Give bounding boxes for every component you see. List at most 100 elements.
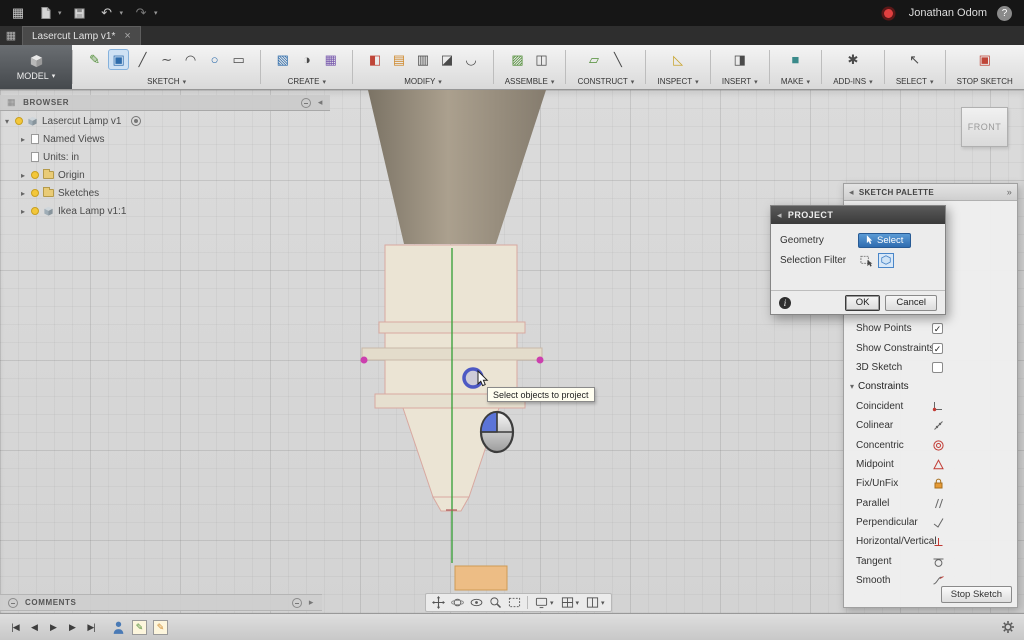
constraints-section-header[interactable]: ▾ Constraints: [844, 377, 1017, 396]
browser-item-sketches[interactable]: ▸ Sketches: [3, 184, 141, 202]
constraint-coincident[interactable]: Coincident: [844, 397, 1017, 416]
redo-icon[interactable]: [132, 4, 150, 22]
show-constraints-checkbox[interactable]: ✓: [932, 343, 943, 354]
new-component-icon[interactable]: [507, 49, 528, 70]
modify-menu[interactable]: MODIFY▾: [404, 77, 442, 86]
comments-bar[interactable]: COMMENTS ▸: [0, 594, 322, 611]
filter-specified-entities-icon[interactable]: [858, 253, 874, 268]
insert-menu[interactable]: INSERT▾: [722, 77, 758, 86]
timeline-sketch-feature[interactable]: [132, 620, 147, 635]
create-menu[interactable]: CREATE▾: [288, 77, 326, 86]
activate-component-radio[interactable]: [131, 116, 141, 126]
browser-dock-icon[interactable]: ◂: [318, 97, 323, 108]
palette-collapse-icon[interactable]: ◂: [849, 187, 854, 198]
visibility-bulb-icon[interactable]: [31, 189, 39, 197]
timeline-go-to-end-button[interactable]: ▶|: [83, 619, 99, 636]
display-settings-dropdown[interactable]: ▾: [532, 596, 557, 609]
visibility-bulb-icon[interactable]: [31, 171, 39, 179]
sketch-palette-header[interactable]: ◂ SKETCH PALETTE »: [844, 184, 1017, 201]
construct-menu[interactable]: CONSTRUCT▾: [578, 77, 635, 86]
lamp-shade-body[interactable]: [368, 90, 546, 244]
user-account-button[interactable]: Jonathan Odom: [909, 7, 987, 19]
show-points-checkbox[interactable]: ✓: [932, 323, 943, 334]
expander-icon[interactable]: ▸: [19, 171, 27, 180]
help-icon[interactable]: ?: [997, 6, 1012, 21]
expander-icon[interactable]: ▸: [19, 135, 27, 144]
file-menu-icon[interactable]: [36, 4, 54, 22]
fillet-icon[interactable]: [461, 49, 482, 70]
tab-close-icon[interactable]: ×: [124, 30, 130, 42]
project-dialog-header[interactable]: ◂ PROJECT: [771, 206, 945, 224]
rectangle-tool-icon[interactable]: [228, 49, 249, 70]
selected-sketch-profile[interactable]: [455, 566, 507, 590]
constraint-colinear[interactable]: Colinear: [844, 416, 1017, 435]
browser-item-origin[interactable]: ▸ Origin: [3, 166, 141, 184]
assemble-menu[interactable]: ASSEMBLE▾: [505, 77, 555, 86]
arc-tool-icon[interactable]: [180, 49, 201, 70]
3d-sketch-checkbox[interactable]: [932, 362, 943, 373]
circle-tool-icon[interactable]: [204, 49, 225, 70]
addins-icon[interactable]: [842, 49, 863, 70]
filter-bodies-icon[interactable]: [878, 253, 894, 268]
undo-icon[interactable]: [98, 4, 116, 22]
geometry-select-button[interactable]: Select: [858, 233, 911, 248]
browser-collapse-icon[interactable]: [301, 98, 311, 108]
undo-caret[interactable]: ▾: [120, 9, 124, 17]
extrude-icon[interactable]: [272, 49, 293, 70]
ok-button[interactable]: OK: [845, 295, 881, 311]
select-menu[interactable]: SELECT▾: [896, 77, 934, 86]
pattern-icon[interactable]: [320, 49, 341, 70]
inspect-menu[interactable]: INSPECT▾: [658, 77, 699, 86]
split-body-icon[interactable]: [437, 49, 458, 70]
lamp-base-body[interactable]: [375, 245, 525, 511]
stop-sketch-button[interactable]: STOP SKETCH: [957, 77, 1013, 86]
combine-icon[interactable]: [413, 49, 434, 70]
browser-panel-header[interactable]: BROWSER ◂: [0, 95, 330, 111]
browser-item-ikea-lamp[interactable]: ▸ Ikea Lamp v1:1: [3, 202, 141, 220]
timeline-step-back-button[interactable]: ◀: [26, 619, 42, 636]
viewport-canvas[interactable]: BROWSER ◂ ▾ Lasercut Lamp v1 ▸ Named Vie…: [0, 90, 1024, 613]
expander-icon[interactable]: ▸: [19, 207, 27, 216]
visibility-bulb-icon[interactable]: [31, 207, 39, 215]
info-icon[interactable]: i: [779, 297, 791, 309]
revolve-icon[interactable]: [296, 49, 317, 70]
sketch-environment-icon[interactable]: [108, 49, 129, 70]
line-tool-icon[interactable]: [132, 49, 153, 70]
sketch-point-left[interactable]: [361, 357, 368, 364]
dialog-collapse-icon[interactable]: ◂: [777, 210, 782, 221]
select-cursor-icon[interactable]: [904, 49, 925, 70]
visibility-bulb-icon[interactable]: [15, 117, 23, 125]
document-tab[interactable]: Lasercut Lamp v1* ×: [22, 26, 141, 45]
pan-button[interactable]: [429, 595, 447, 611]
browser-item-named-views[interactable]: ▸ Named Views: [3, 130, 141, 148]
sketch-point-right[interactable]: [537, 357, 544, 364]
fit-button[interactable]: [505, 595, 523, 611]
create-sketch-icon[interactable]: [84, 49, 105, 70]
constraint-horizontal-vertical[interactable]: Horizontal/Vertical: [844, 532, 1017, 551]
constraint-concentric[interactable]: Concentric: [844, 435, 1017, 454]
expander-icon[interactable]: ▾: [3, 117, 11, 126]
palette-expand-icon[interactable]: »: [1007, 187, 1012, 197]
expander-icon[interactable]: ▸: [19, 189, 27, 198]
comments-collapse-icon[interactable]: [292, 598, 302, 608]
shell-icon[interactable]: [389, 49, 410, 70]
joint-icon[interactable]: [531, 49, 552, 70]
section-expander-icon[interactable]: ▾: [850, 382, 854, 391]
addins-menu[interactable]: ADD-INS▾: [833, 77, 872, 86]
measure-icon[interactable]: [668, 49, 689, 70]
constraint-perpendicular[interactable]: Perpendicular: [844, 513, 1017, 532]
timeline-step-forward-button[interactable]: ▶: [64, 619, 80, 636]
spline-tool-icon[interactable]: [156, 49, 177, 70]
construction-plane-icon[interactable]: [583, 49, 604, 70]
browser-root-item[interactable]: ▾ Lasercut Lamp v1: [3, 112, 141, 130]
redo-caret[interactable]: ▾: [154, 9, 158, 17]
press-pull-icon[interactable]: [365, 49, 386, 70]
file-menu-caret[interactable]: ▾: [58, 9, 62, 17]
timeline-settings-button[interactable]: [999, 618, 1017, 636]
timeline-go-to-start-button[interactable]: |◀: [7, 619, 23, 636]
construction-axis-icon[interactable]: [607, 49, 628, 70]
constraint-midpoint[interactable]: Midpoint: [844, 455, 1017, 474]
workspace-selector[interactable]: MODEL▾: [0, 45, 72, 89]
timeline-sketch-feature[interactable]: [153, 620, 168, 635]
constraint-parallel[interactable]: Parallel: [844, 494, 1017, 513]
